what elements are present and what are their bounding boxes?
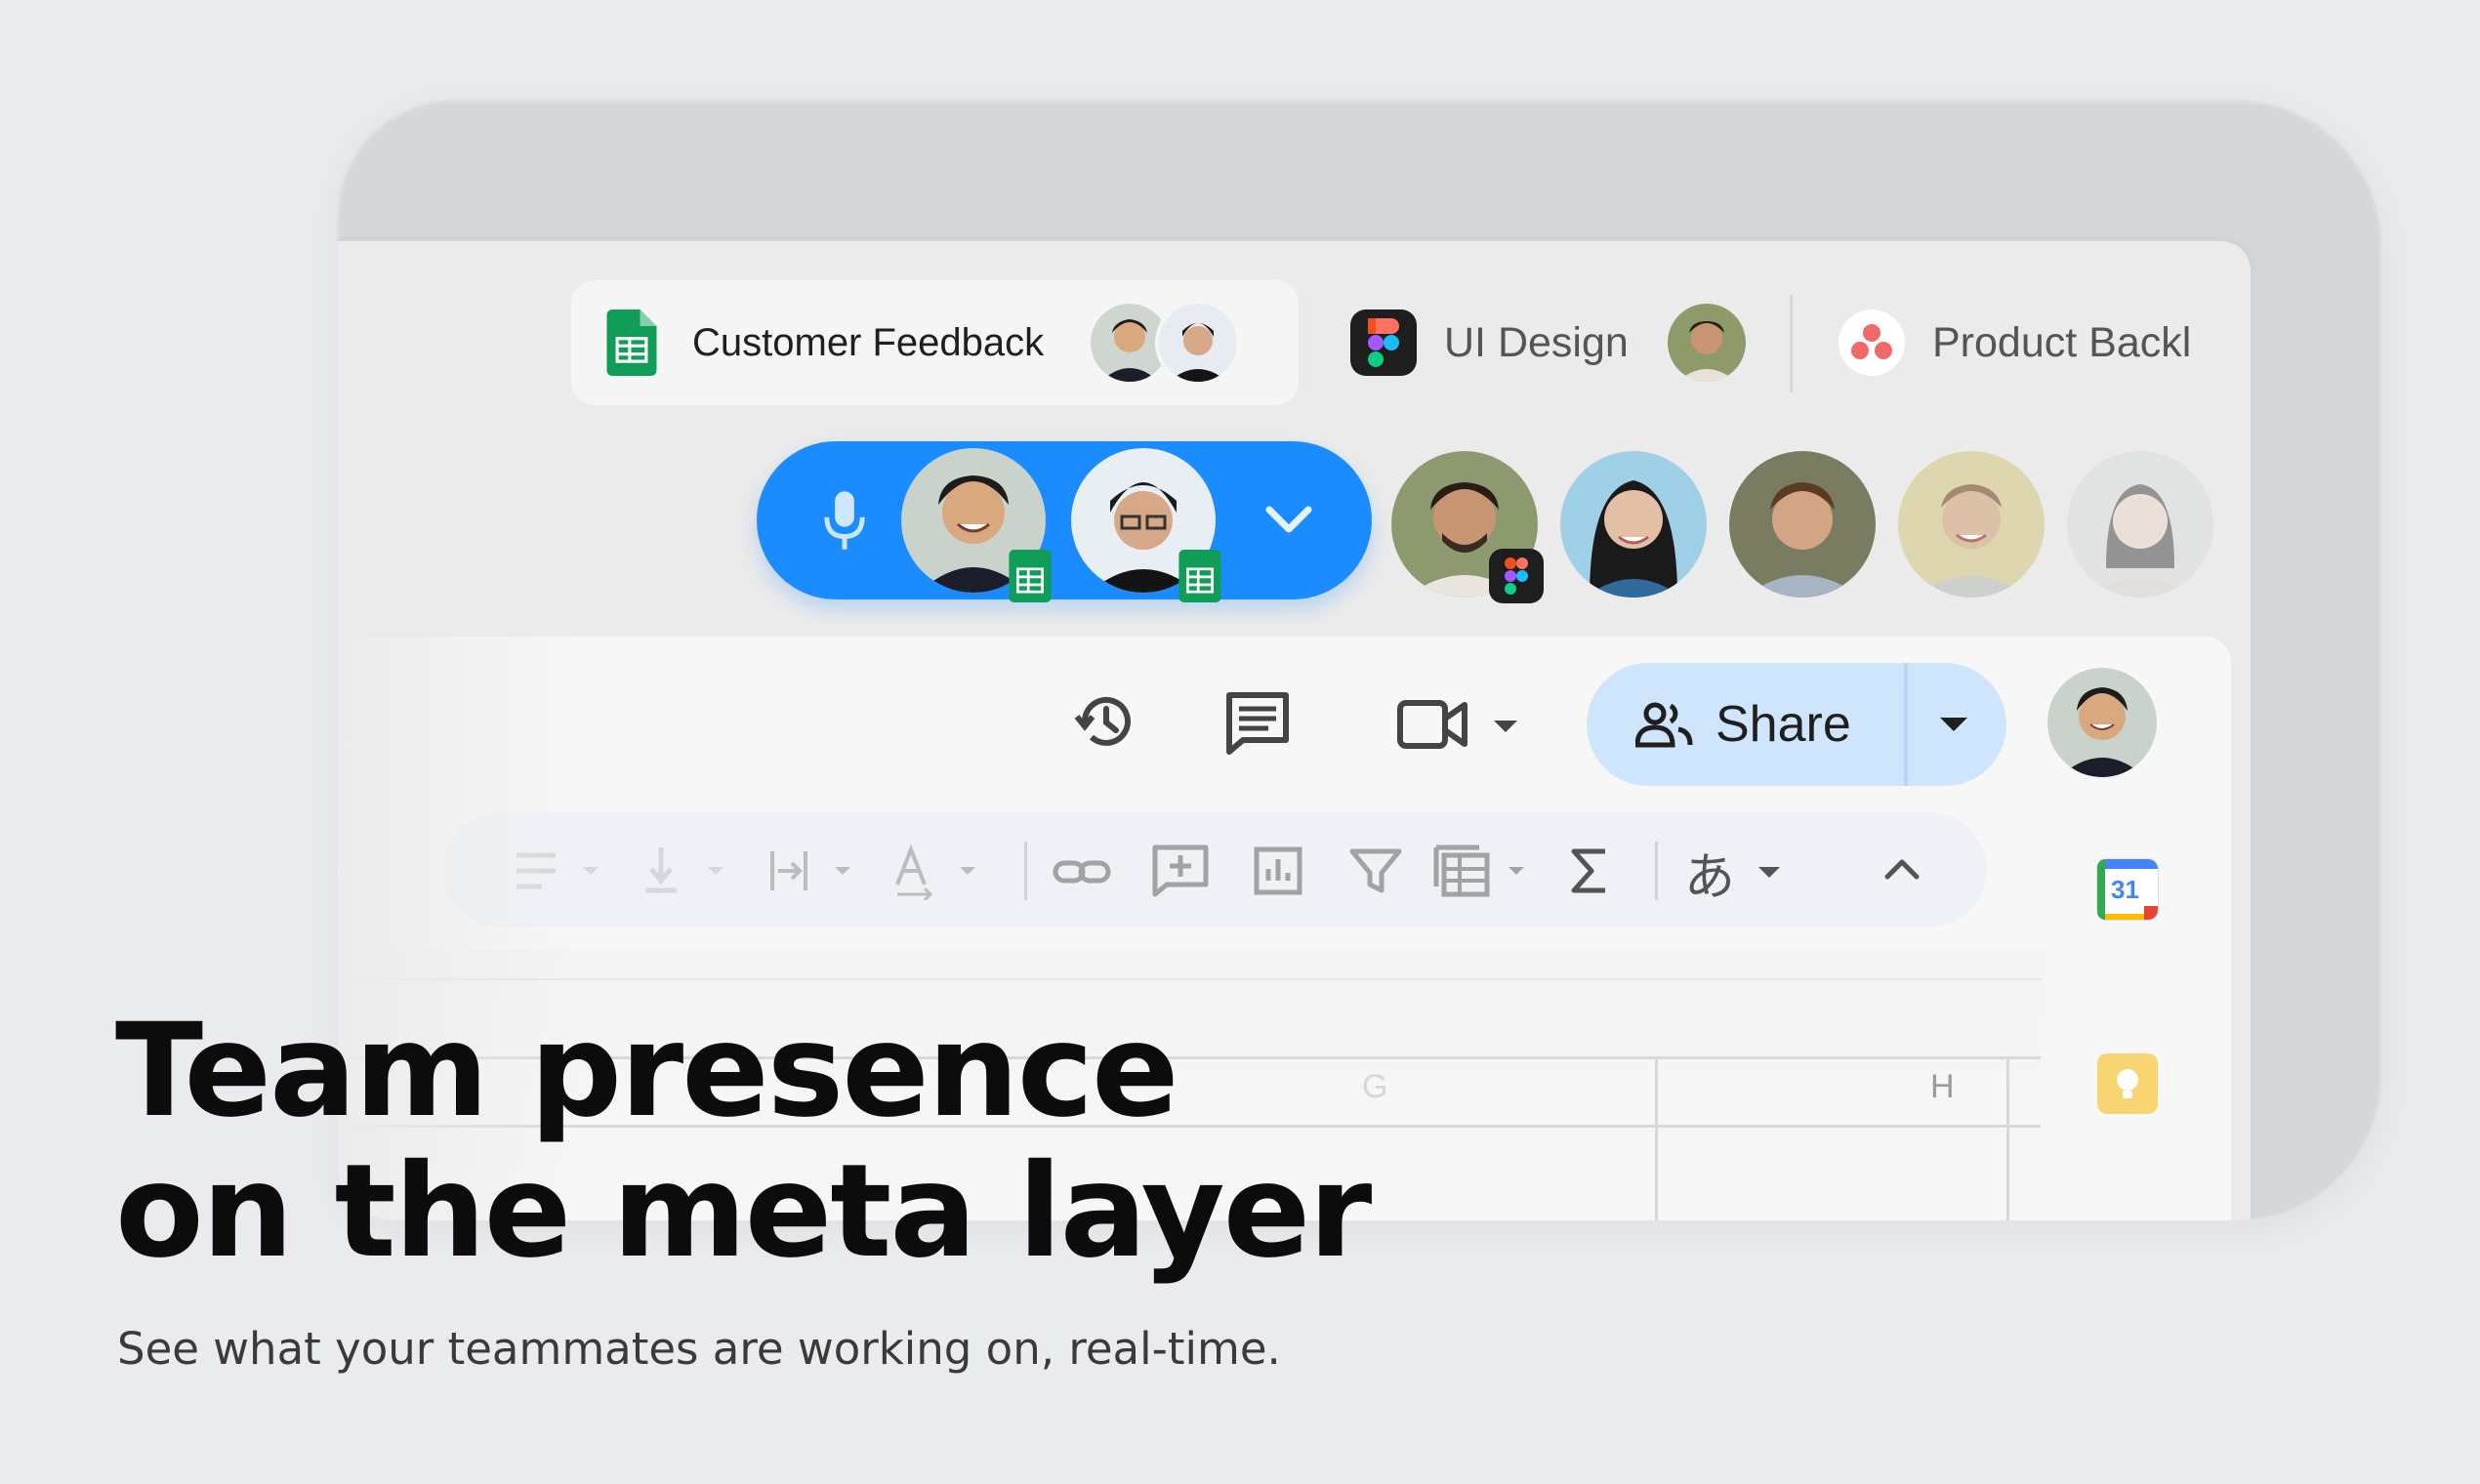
headline: Team presence on the meta layer [115, 1001, 1385, 1282]
avatar[interactable] [2047, 668, 2157, 777]
avatar[interactable] [1898, 451, 2045, 598]
avatar [1155, 300, 1242, 386]
chevron-down-icon[interactable] [1934, 714, 1973, 737]
chevron-up-icon[interactable] [1878, 849, 1926, 888]
input-tools-button[interactable]: あ [1684, 836, 1784, 909]
tab-label: Customer Feedback [692, 320, 1045, 364]
filter-icon[interactable] [1344, 842, 1413, 900]
vertical-align-icon[interactable] [640, 842, 737, 900]
insert-comment-icon[interactable] [1147, 842, 1216, 900]
column-header-h[interactable]: H [1930, 1068, 1955, 1106]
sheets-icon [606, 309, 657, 376]
tab-product-backlog[interactable]: Product Backl [1811, 280, 2251, 405]
sheets-icon [1009, 550, 1052, 602]
grid-line [2006, 1056, 2009, 1220]
asana-icon [1839, 309, 1905, 376]
text-rotation-icon[interactable] [891, 842, 989, 900]
microphone-icon[interactable] [815, 488, 874, 553]
tab-ui-design[interactable]: UI Design [1323, 280, 1753, 405]
grid-line [337, 978, 2041, 980]
headline-line1: Team presence [115, 996, 1179, 1146]
avatar[interactable] [1071, 448, 1221, 602]
avatar[interactable] [2067, 451, 2213, 598]
filter-views-icon[interactable] [1430, 842, 1538, 900]
sheets-icon [1178, 550, 1221, 602]
tab-label: Product Backl [1932, 318, 2192, 366]
share-split-divider [1904, 663, 1908, 786]
insert-chart-icon[interactable] [1247, 842, 1315, 900]
figma-icon [1489, 549, 1544, 603]
headline-line2: on the meta layer [115, 1136, 1372, 1287]
grid-line [1655, 1056, 1658, 1220]
tab-customer-feedback[interactable]: Customer Feedback [571, 280, 1299, 405]
chevron-down-icon [1758, 866, 1781, 878]
link-icon[interactable] [1050, 842, 1118, 900]
video-call-icon[interactable] [1396, 693, 1523, 756]
text-wrap-icon[interactable] [766, 842, 864, 900]
chevron-down-icon[interactable] [1260, 500, 1318, 539]
people-icon [1635, 702, 1693, 748]
keep-icon[interactable] [2097, 1053, 2158, 1114]
figma-icon [1350, 309, 1417, 376]
formatting-toolbar: あ [444, 812, 1987, 928]
avatar [1663, 300, 1750, 386]
tab-label: UI Design [1444, 318, 1629, 366]
calendar-icon[interactable]: 31 [2097, 859, 2158, 920]
tab-divider [1790, 295, 1793, 392]
subheadline: See what your teammates are working on, … [117, 1323, 1281, 1375]
share-button[interactable]: Share [1587, 663, 2006, 786]
toolbar-divider [1024, 842, 1027, 900]
calendar-day: 31 [2111, 875, 2139, 904]
share-label: Share [1715, 696, 1851, 753]
functions-icon[interactable] [1562, 842, 1621, 900]
avatar[interactable] [1729, 451, 1876, 598]
avatar[interactable] [1560, 451, 1707, 598]
avatar[interactable] [901, 448, 1052, 602]
voice-room-pill[interactable] [757, 441, 1372, 602]
version-history-icon[interactable] [1071, 687, 1139, 756]
comment-icon[interactable] [1223, 689, 1292, 758]
input-tools-label: あ [1684, 849, 1736, 906]
toolbar-divider [1655, 842, 1658, 900]
